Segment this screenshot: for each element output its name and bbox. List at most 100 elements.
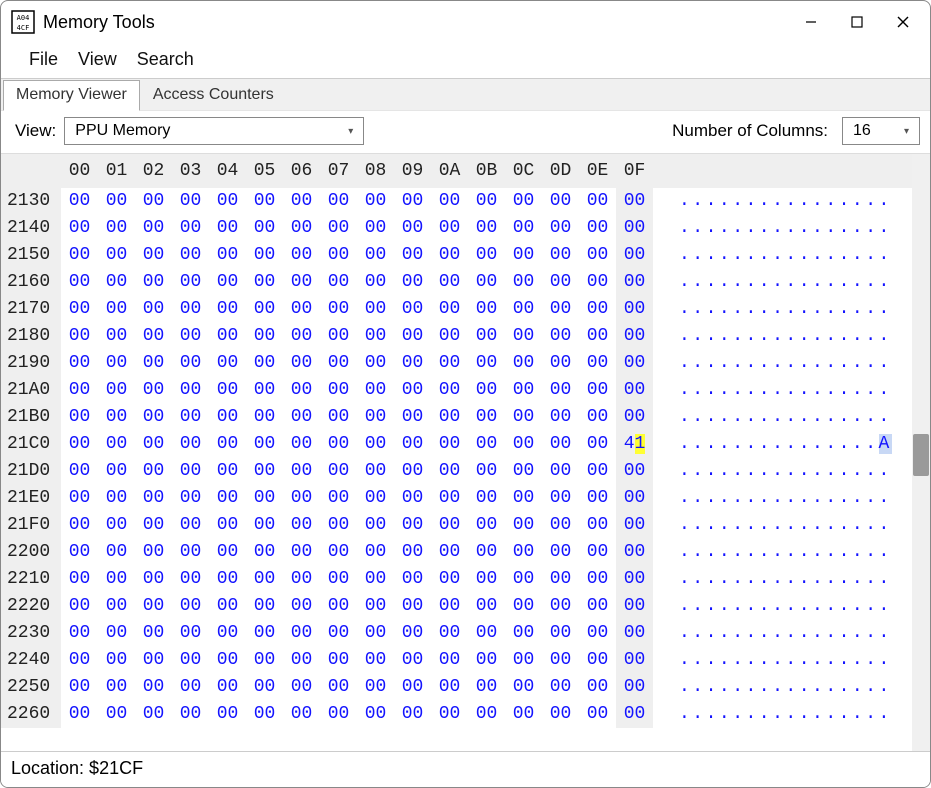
hex-byte[interactable]: 00 [98,647,135,674]
hex-byte[interactable]: 00 [579,296,616,323]
hex-byte[interactable]: 00 [394,674,431,701]
hex-byte[interactable]: 00 [209,701,246,728]
hex-row[interactable]: 21D000000000000000000000000000000000....… [1,458,912,485]
hex-byte[interactable]: 00 [357,404,394,431]
hex-byte[interactable]: 00 [357,215,394,242]
hex-byte[interactable]: 00 [579,647,616,674]
hex-byte[interactable]: 00 [135,701,172,728]
menu-file[interactable]: File [29,49,58,70]
hex-byte[interactable]: 00 [172,188,209,215]
hex-byte[interactable]: 00 [357,296,394,323]
hex-byte[interactable]: 00 [61,431,98,458]
hex-byte[interactable]: 00 [61,566,98,593]
hex-byte[interactable]: 00 [98,566,135,593]
hex-byte[interactable]: 00 [357,512,394,539]
hex-ascii[interactable]: ................ [653,458,892,485]
hex-byte[interactable]: 00 [542,242,579,269]
titlebar[interactable]: A044CF Memory Tools [1,1,930,43]
hex-byte[interactable]: 00 [246,674,283,701]
hex-byte[interactable]: 00 [542,215,579,242]
hex-byte[interactable]: 00 [579,512,616,539]
hex-byte[interactable]: 00 [468,593,505,620]
maximize-button[interactable] [834,2,880,42]
hex-row[interactable]: 226000000000000000000000000000000000....… [1,701,912,728]
hex-byte[interactable]: 00 [320,701,357,728]
hex-byte[interactable]: 00 [98,296,135,323]
hex-byte[interactable]: 00 [616,269,653,296]
hex-byte[interactable]: 00 [505,458,542,485]
hex-byte[interactable]: 00 [431,377,468,404]
hex-byte[interactable]: 00 [616,539,653,566]
hex-byte[interactable]: 00 [98,539,135,566]
hex-byte[interactable]: 00 [542,458,579,485]
hex-byte[interactable]: 00 [579,620,616,647]
hex-byte[interactable]: 00 [209,350,246,377]
hex-byte[interactable]: 00 [135,593,172,620]
hex-byte[interactable]: 00 [542,296,579,323]
hex-byte[interactable]: 00 [135,512,172,539]
scrollbar[interactable] [912,154,930,751]
hex-byte[interactable]: 00 [505,512,542,539]
hex-byte[interactable]: 00 [135,458,172,485]
hex-byte[interactable]: 00 [320,323,357,350]
hex-byte[interactable]: 00 [135,188,172,215]
hex-ascii[interactable]: ................ [653,404,892,431]
hex-byte[interactable]: 00 [431,323,468,350]
hex-byte[interactable]: 00 [394,566,431,593]
hex-byte[interactable]: 00 [246,458,283,485]
hex-byte[interactable]: 00 [98,512,135,539]
hex-byte[interactable]: 00 [61,674,98,701]
hex-byte[interactable]: 00 [283,323,320,350]
hex-byte[interactable]: 00 [61,323,98,350]
hex-byte[interactable]: 00 [394,323,431,350]
hex-byte[interactable]: 00 [357,377,394,404]
hex-byte[interactable]: 00 [468,512,505,539]
hex-byte[interactable]: 00 [61,647,98,674]
hex-ascii[interactable]: ................ [653,350,892,377]
menu-search[interactable]: Search [137,49,194,70]
hex-byte[interactable]: 00 [209,674,246,701]
hex-byte[interactable]: 00 [135,620,172,647]
hex-byte[interactable]: 00 [246,431,283,458]
hex-byte[interactable]: 00 [98,485,135,512]
hex-byte[interactable]: 00 [209,620,246,647]
hex-row[interactable]: 220000000000000000000000000000000000....… [1,539,912,566]
view-select[interactable]: PPU Memory ▾ [64,117,364,145]
hex-byte[interactable]: 00 [542,323,579,350]
hex-row[interactable]: 223000000000000000000000000000000000....… [1,620,912,647]
hex-byte[interactable]: 00 [579,458,616,485]
hex-byte[interactable]: 00 [172,242,209,269]
hex-byte[interactable]: 00 [542,431,579,458]
menu-view[interactable]: View [78,49,117,70]
hex-byte[interactable]: 00 [468,323,505,350]
hex-byte[interactable]: 00 [61,242,98,269]
hex-row[interactable]: 215000000000000000000000000000000000....… [1,242,912,269]
hex-byte[interactable]: 00 [135,377,172,404]
hex-byte[interactable]: 00 [431,539,468,566]
hex-byte[interactable]: 00 [616,647,653,674]
hex-row[interactable]: 217000000000000000000000000000000000....… [1,296,912,323]
hex-byte[interactable]: 00 [209,404,246,431]
hex-byte[interactable]: 00 [542,566,579,593]
hex-byte[interactable]: 00 [468,620,505,647]
hex-byte[interactable]: 00 [616,512,653,539]
hex-byte[interactable]: 00 [283,269,320,296]
hex-byte[interactable]: 00 [172,512,209,539]
hex-byte[interactable]: 00 [542,620,579,647]
hex-byte[interactable]: 00 [616,674,653,701]
hex-byte[interactable]: 00 [431,620,468,647]
hex-byte[interactable]: 00 [505,296,542,323]
hex-byte[interactable]: 00 [61,512,98,539]
hex-byte[interactable]: 00 [579,269,616,296]
hex-row[interactable]: 21C000000000000000000000000000000041....… [1,431,912,458]
hex-byte[interactable]: 00 [579,701,616,728]
hex-byte[interactable]: 00 [357,350,394,377]
hex-byte[interactable]: 00 [431,674,468,701]
hex-byte[interactable]: 00 [616,404,653,431]
hex-byte[interactable]: 00 [394,242,431,269]
hex-byte[interactable]: 00 [431,350,468,377]
hex-byte[interactable]: 00 [616,188,653,215]
hex-byte[interactable]: 00 [172,377,209,404]
hex-byte[interactable]: 00 [135,323,172,350]
hex-byte[interactable]: 00 [98,404,135,431]
